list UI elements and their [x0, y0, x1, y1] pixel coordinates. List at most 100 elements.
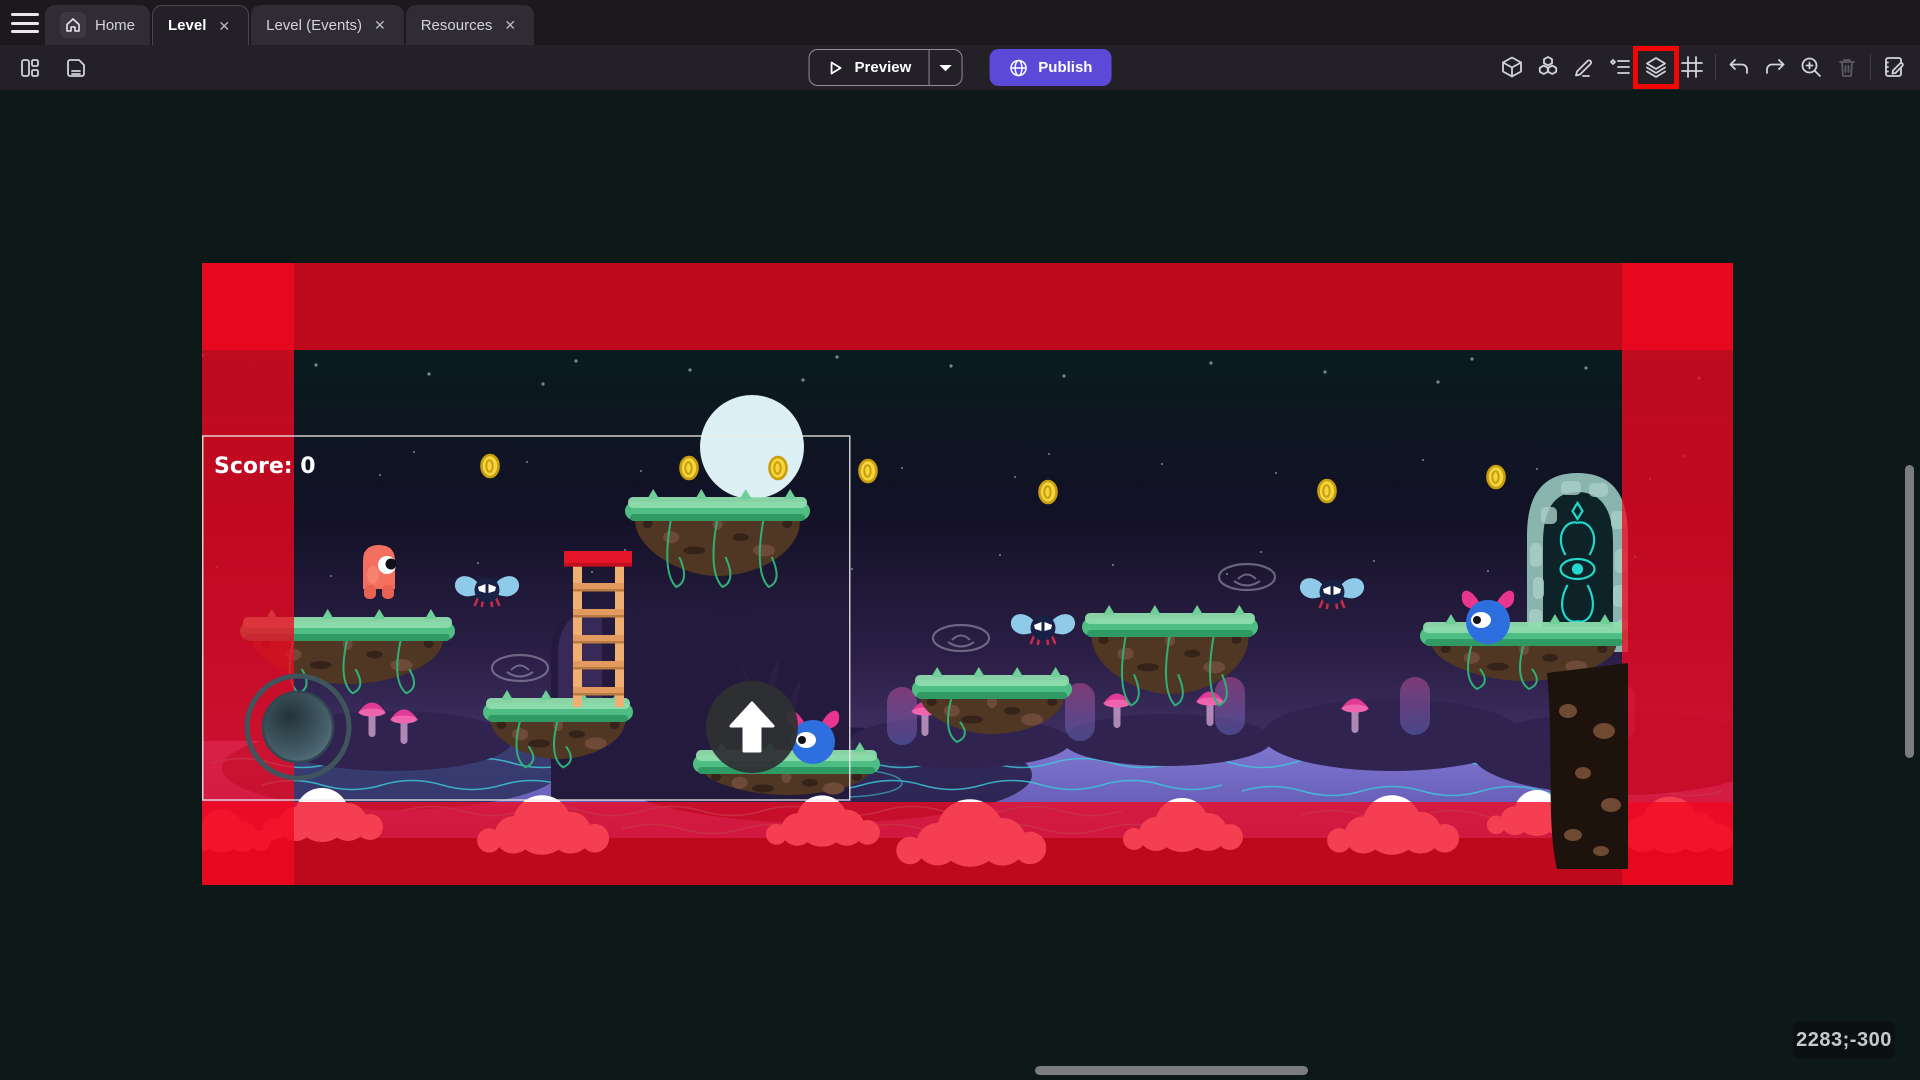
- publish-label: Publish: [1038, 59, 1092, 76]
- red-band-right: [1622, 263, 1733, 885]
- delete-icon: [1829, 48, 1865, 86]
- coin[interactable]: [1488, 466, 1505, 488]
- chevron-down-icon: [939, 64, 951, 72]
- dirt-stone: [1542, 654, 1558, 662]
- dirt-stone: [512, 728, 528, 740]
- 3d-box-icon[interactable]: [1494, 48, 1530, 86]
- tab-level[interactable]: Level ✕: [152, 5, 249, 45]
- game-canvas[interactable]: Score: 0: [202, 263, 1733, 885]
- edit-icon[interactable]: [1566, 48, 1602, 86]
- scene-properties-icon[interactable]: [1876, 48, 1912, 86]
- globe-icon: [1008, 58, 1028, 78]
- star: [1260, 551, 1262, 553]
- joystick-knob: [263, 692, 333, 762]
- ladder-rung-shadow: [573, 667, 624, 670]
- dirt-stone: [1597, 645, 1607, 653]
- tab-label: Level: [168, 17, 206, 34]
- preview-options-dropdown[interactable]: [928, 50, 961, 85]
- tab-level-events[interactable]: Level (Events) ✕: [251, 5, 404, 45]
- dirt-stone: [1047, 698, 1057, 706]
- star: [835, 355, 838, 358]
- project-manager-icon[interactable]: [12, 49, 48, 87]
- redo-icon[interactable]: [1757, 48, 1793, 86]
- portal-stone-block: [1541, 507, 1557, 524]
- dirt-stone: [496, 721, 506, 729]
- dirt-column[interactable]: [1547, 663, 1628, 869]
- star: [1470, 357, 1473, 360]
- save-icon[interactable]: [58, 49, 94, 87]
- vertical-scrollbar[interactable]: [1905, 465, 1914, 758]
- publish-button[interactable]: Publish: [989, 49, 1111, 86]
- dirt-stone: [732, 777, 748, 789]
- virtual-joystick[interactable]: [247, 676, 349, 778]
- column-stone: [1559, 704, 1577, 718]
- horizontal-scrollbar[interactable]: [1035, 1066, 1308, 1075]
- portal-stone-block: [1533, 577, 1544, 599]
- tab-label: Resources: [421, 17, 493, 34]
- star: [1226, 573, 1228, 575]
- dirt-stone: [1004, 707, 1020, 715]
- close-icon[interactable]: ✕: [501, 17, 519, 33]
- moon[interactable]: [700, 395, 804, 499]
- jump-button[interactable]: [706, 681, 798, 773]
- zoom-in-icon[interactable]: [1793, 48, 1829, 86]
- undo-icon[interactable]: [1721, 48, 1757, 86]
- star: [1536, 468, 1538, 470]
- ladder-rail: [615, 555, 624, 707]
- layers-icon[interactable]: [1638, 48, 1674, 86]
- coin[interactable]: [681, 457, 698, 479]
- red-band-left: [202, 263, 294, 885]
- preview-button[interactable]: Preview: [809, 49, 963, 86]
- main-menu-icon[interactable]: [10, 11, 40, 35]
- dirt-stone: [944, 705, 960, 717]
- star: [330, 575, 332, 577]
- close-icon[interactable]: ✕: [371, 17, 389, 33]
- ladder-rung-shadow: [573, 641, 624, 644]
- star: [314, 363, 317, 366]
- dirt-stone: [711, 773, 721, 781]
- tab-label: Level (Events): [266, 17, 362, 34]
- coin[interactable]: [770, 457, 787, 479]
- dirt-stone: [585, 738, 607, 750]
- coin[interactable]: [482, 455, 499, 477]
- grass-shadow: [917, 692, 1067, 699]
- level-scene[interactable]: Score: 0: [202, 263, 1733, 885]
- column-stone: [1575, 767, 1591, 779]
- tab-home[interactable]: Home: [45, 5, 150, 45]
- portal-stone-block: [1589, 483, 1608, 497]
- coin[interactable]: [1040, 481, 1057, 503]
- star: [999, 554, 1001, 556]
- dirt-stone: [569, 730, 585, 738]
- dirt-stone: [1487, 663, 1509, 671]
- close-icon[interactable]: ✕: [215, 18, 233, 34]
- ladder-rung-shadow: [573, 589, 624, 592]
- dirt-stone: [1464, 652, 1480, 664]
- dirt-stone: [782, 520, 792, 528]
- star: [379, 474, 381, 476]
- star: [1487, 570, 1489, 572]
- tab-bar: Home Level ✕ Level (Events) ✕ Resources …: [0, 0, 1920, 45]
- column-stone: [1564, 829, 1582, 841]
- star: [1014, 476, 1016, 478]
- star: [1161, 463, 1163, 465]
- coin[interactable]: [860, 460, 877, 482]
- scene-editor-viewport[interactable]: Score: 0 2283;-300: [0, 90, 1920, 1080]
- ladder-rung-shadow: [573, 615, 624, 618]
- dirt-stone: [927, 698, 937, 706]
- coin[interactable]: [1319, 480, 1336, 502]
- cursor-coordinates-badge: 2283;-300: [1793, 1022, 1895, 1058]
- object-groups-icon[interactable]: [1530, 48, 1566, 86]
- star: [541, 382, 544, 385]
- star: [1275, 472, 1277, 474]
- tab-resources[interactable]: Resources ✕: [406, 5, 534, 45]
- dirt-stone: [1231, 636, 1241, 644]
- dirt-stone: [424, 640, 434, 648]
- column-body: [1547, 663, 1628, 869]
- toolbar-divider: [1715, 54, 1716, 80]
- star: [427, 372, 430, 375]
- grid-icon[interactable]: [1674, 48, 1710, 86]
- bush[interactable]: [887, 687, 917, 745]
- star: [477, 562, 479, 564]
- star: [688, 368, 691, 371]
- bush[interactable]: [1400, 677, 1430, 735]
